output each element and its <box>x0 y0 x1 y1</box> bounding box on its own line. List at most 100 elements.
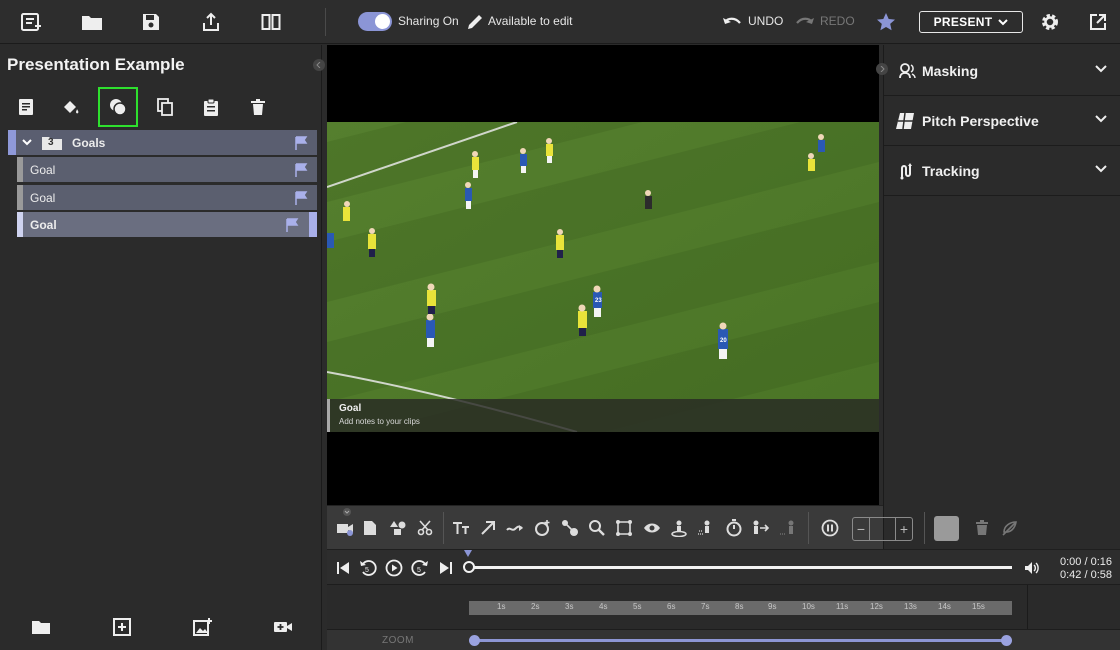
playhead-marker[interactable] <box>464 550 472 557</box>
add-video-icon[interactable] <box>272 616 294 638</box>
folder-icon[interactable] <box>80 10 104 34</box>
pause-icon[interactable] <box>820 518 840 538</box>
clip-style-icon[interactable] <box>98 87 138 127</box>
paint-fill-icon[interactable] <box>59 95 83 119</box>
text-icon[interactable] <box>451 518 471 538</box>
trash-icon[interactable] <box>246 95 270 119</box>
redo-icon[interactable] <box>793 10 817 34</box>
undo-button[interactable]: UNDO <box>748 14 783 28</box>
add-clip-icon[interactable] <box>111 616 133 638</box>
clip-caption[interactable]: Goal Add notes to your clips <box>327 399 879 432</box>
magnifier-icon[interactable] <box>587 518 607 538</box>
star-icon[interactable] <box>874 10 898 34</box>
redo-button[interactable]: REDO <box>820 14 855 28</box>
skip-next-icon[interactable] <box>437 559 455 577</box>
total-time: 0:42 / 0:58 <box>1060 569 1112 581</box>
section-label: Tracking <box>922 162 980 179</box>
timeline[interactable]: 1s 2s 3s 4s 5s 6s 7s 8s 9s 10s 11s 12s 13s 14s 15s <box>327 584 1120 630</box>
connect-players-icon[interactable] <box>560 518 580 538</box>
share-upload-icon[interactable] <box>199 10 223 34</box>
duration-input[interactable] <box>869 518 896 540</box>
toolbar-divider <box>924 512 925 544</box>
timeline-tick: 9s <box>768 602 777 611</box>
color-swatch[interactable] <box>934 516 959 541</box>
zoom-bar: ZOOM <box>327 629 1120 650</box>
split-view-icon[interactable] <box>259 10 283 34</box>
clip-item[interactable]: Goal <box>17 185 317 210</box>
section-masking[interactable]: Masking <box>884 46 1120 96</box>
timeline-tick: 11s <box>836 602 849 611</box>
player-number: 20 <box>720 338 727 344</box>
chevron-down-icon[interactable] <box>1095 65 1107 73</box>
increment-button[interactable]: + <box>896 518 912 540</box>
forward-5-icon[interactable]: 5 <box>411 559 429 577</box>
clip-label: Goal <box>30 217 57 232</box>
flag-icon[interactable] <box>294 163 308 177</box>
undo-icon[interactable] <box>720 10 744 34</box>
player-pass-icon[interactable] <box>751 518 771 538</box>
shapes-icon[interactable] <box>388 518 408 538</box>
open-external-icon[interactable] <box>1086 10 1110 34</box>
clip-item[interactable]: Goal <box>17 157 317 182</box>
camera-icon[interactable] <box>335 518 355 538</box>
video-frame[interactable]: 23 20 Goal Add notes to your clips <box>327 122 879 432</box>
duplicate-icon[interactable] <box>153 95 177 119</box>
chevron-down-icon[interactable] <box>1095 165 1107 173</box>
player-disabled-icon <box>778 518 798 538</box>
section-pitch-perspective[interactable]: Pitch Perspective <box>884 96 1120 146</box>
volume-icon[interactable] <box>1023 559 1041 577</box>
toolbar-divider <box>808 512 809 544</box>
erase-icon <box>1000 518 1020 538</box>
present-button[interactable]: PRESENT <box>919 11 1023 33</box>
group-label: Goals <box>72 135 106 150</box>
save-icon[interactable] <box>139 10 163 34</box>
arrow-icon[interactable] <box>478 518 498 538</box>
eye-icon[interactable] <box>642 518 662 538</box>
gear-icon[interactable] <box>1038 10 1062 34</box>
chevron-down-icon[interactable] <box>22 139 32 146</box>
duration-stepper[interactable]: − + <box>852 517 913 541</box>
add-image-icon[interactable] <box>191 616 213 638</box>
seek-track[interactable] <box>467 566 1012 569</box>
collapse-tools-icon[interactable] <box>341 507 353 517</box>
timeline-tick: 15s <box>972 602 985 611</box>
timeline-ruler[interactable]: 1s 2s 3s 4s 5s 6s 7s 8s 9s 10s 11s 12s 13s 14s 15s <box>469 601 1012 615</box>
decrement-button[interactable]: − <box>853 518 869 540</box>
flag-icon[interactable] <box>294 191 308 205</box>
timeline-tick: 5s <box>633 602 642 611</box>
notes-icon[interactable] <box>14 95 38 119</box>
flag-icon[interactable] <box>285 218 299 232</box>
circle-icon[interactable] <box>533 518 553 538</box>
spotlight-player-icon[interactable] <box>669 518 689 538</box>
toolbar-divider <box>443 512 444 544</box>
player-movement-icon[interactable] <box>696 518 716 538</box>
curved-arrow-icon[interactable] <box>505 518 525 538</box>
effects-panel: Masking Pitch Perspective Tracking <box>876 45 1120 505</box>
chevron-down-icon[interactable] <box>1095 115 1107 123</box>
clipboard-icon[interactable] <box>199 95 223 119</box>
clip-item-active[interactable]: Goal <box>17 212 317 237</box>
clip-label: Goal <box>30 162 56 177</box>
new-presentation-icon[interactable] <box>19 10 43 34</box>
zoom-track[interactable] <box>475 639 1007 642</box>
flag-icon[interactable] <box>294 136 308 150</box>
sharing-toggle[interactable] <box>358 12 392 31</box>
section-tracking[interactable]: Tracking <box>884 146 1120 196</box>
play-icon[interactable] <box>385 559 403 577</box>
stopwatch-icon[interactable] <box>724 518 744 538</box>
clip-group-goals[interactable]: 3 Goals <box>8 130 317 155</box>
zoom-end-handle[interactable] <box>1001 635 1012 646</box>
timeline-tick: 8s <box>735 602 744 611</box>
skip-previous-icon[interactable] <box>334 559 352 577</box>
caption-title: Goal <box>339 403 362 414</box>
zoom-start-handle[interactable] <box>469 635 480 646</box>
video-viewer[interactable]: 23 20 Goal Add notes to your clips <box>327 45 879 505</box>
add-folder-icon[interactable] <box>30 616 52 638</box>
rewind-5-icon[interactable]: 5 <box>359 559 377 577</box>
document-icon[interactable] <box>360 518 380 538</box>
seek-knob[interactable] <box>463 561 475 573</box>
scissors-icon[interactable] <box>415 518 435 538</box>
collapse-left-icon[interactable] <box>313 59 325 71</box>
area-polygon-icon[interactable] <box>614 518 634 538</box>
folder-count-badge: 3 <box>42 136 62 150</box>
